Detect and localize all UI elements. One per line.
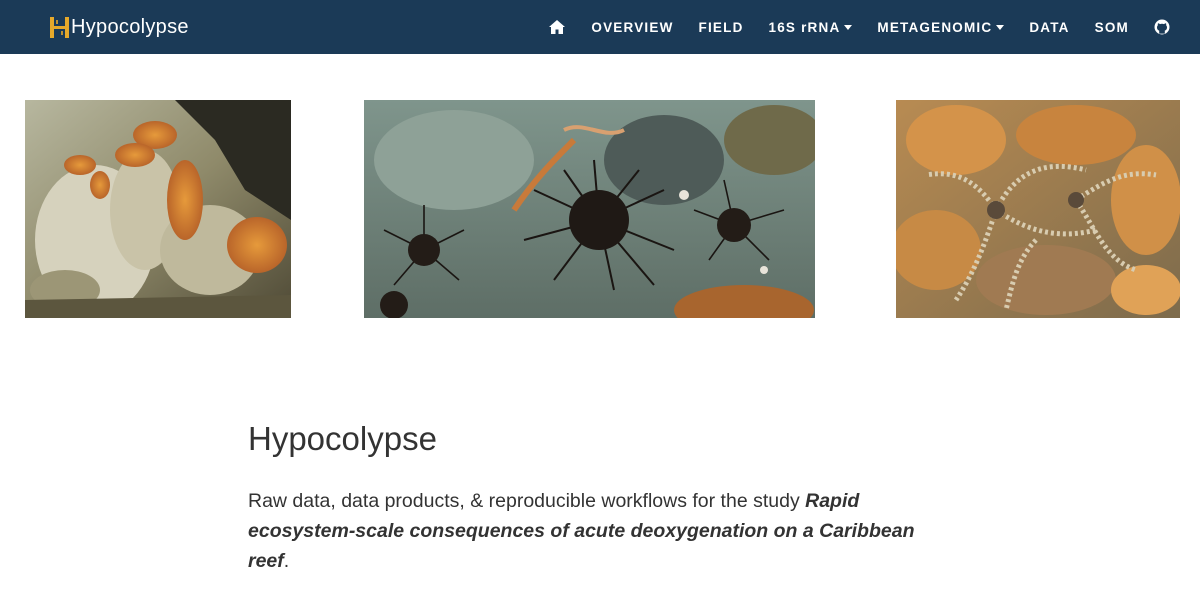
nav-overview-label: OVERVIEW [591,19,674,35]
brand-link[interactable]: Hypocolypse [49,12,189,42]
nav-overview[interactable]: OVERVIEW [591,20,673,35]
top-navbar: Hypocolypse OVERVIEW FIELD 16S rRNA META… [0,0,1200,54]
reef-photo-brittle-stars [896,100,1180,318]
nav-field-label: FIELD [698,19,744,35]
intro-text: Raw data, data products, & reproducible … [248,490,806,512]
page-title: Hypocolypse [248,420,437,457]
hypocolypse-logo-icon [50,16,69,38]
home-icon[interactable] [548,19,566,35]
nav-16s-rrna-label: 16S rRNA [768,19,841,35]
main-nav: OVERVIEW FIELD 16S rRNA METAGENOMIC DATA… [548,0,1170,54]
caret-down-icon [996,24,1005,30]
nav-metagenomic-label: METAGENOMIC [877,19,993,35]
nav-som[interactable]: SOM [1095,20,1129,35]
nav-data[interactable]: DATA [1029,20,1069,35]
nav-metagenomic-dropdown[interactable]: METAGENOMIC [877,19,1005,35]
nav-data-label: DATA [1029,19,1070,35]
github-icon[interactable] [1154,19,1170,35]
intro-period: . [283,550,290,572]
nav-field[interactable]: FIELD [699,20,744,35]
caret-down-icon [844,24,853,30]
reef-photo-sponges [25,100,291,318]
nav-som-label: SOM [1094,19,1129,35]
nav-16s-rrna-dropdown[interactable]: 16S rRNA [769,20,853,35]
reef-photo-sea-urchins [364,100,815,318]
intro-paragraph: Raw data, data products, & reproducible … [248,486,928,576]
brand-name: Hypocolypse [71,15,189,38]
